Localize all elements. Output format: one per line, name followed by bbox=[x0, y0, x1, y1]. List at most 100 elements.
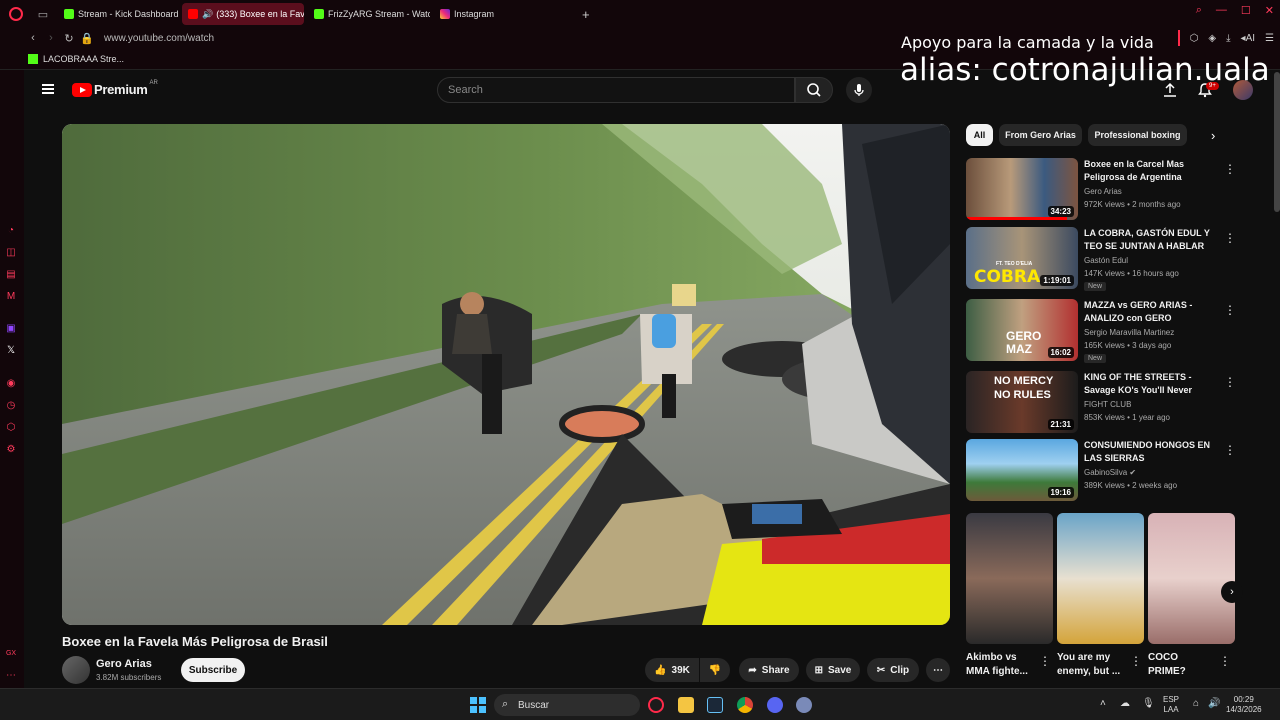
tab-youtube-video[interactable]: 🔊 (333) Boxee en la Fave bbox=[182, 3, 304, 25]
chip-all[interactable]: All bbox=[966, 124, 993, 146]
file-explorer-icon[interactable] bbox=[678, 697, 694, 713]
video-thumbnail[interactable]: FT. TEO D'ELIA COBRA 1:19:01 bbox=[966, 227, 1078, 289]
short-thumbnail[interactable] bbox=[966, 513, 1053, 644]
youtube-icon bbox=[188, 9, 198, 19]
video-player[interactable] bbox=[62, 124, 950, 625]
aria-sidebar-icon[interactable]: ◔ bbox=[5, 225, 17, 237]
recommendation-meta: 853K views • 1 year ago bbox=[1084, 413, 1170, 422]
x-icon[interactable]: 𝕏 bbox=[5, 345, 17, 357]
history-icon[interactable]: ◷ bbox=[5, 400, 17, 412]
discord-icon[interactable] bbox=[767, 697, 783, 713]
close-icon[interactable]: ✕ bbox=[1265, 4, 1274, 17]
extensions-sidebar-icon[interactable]: ⬡ bbox=[5, 422, 17, 434]
channel-name[interactable]: Gero Arias bbox=[96, 658, 152, 670]
more-vertical-icon[interactable]: ⋮ bbox=[1224, 303, 1236, 317]
more-vertical-icon[interactable]: ⋮ bbox=[1224, 162, 1236, 176]
more-vertical-icon[interactable]: ⋮ bbox=[1224, 231, 1236, 245]
more-vertical-icon[interactable]: ⋮ bbox=[1224, 443, 1236, 457]
recommendation-meta: 147K views • 16 hours ago bbox=[1084, 269, 1179, 278]
youtube-logo[interactable]: Premium AR bbox=[72, 80, 158, 97]
recommendation-item[interactable]: GERO MAZ 16:02 MAZZA vs GERO ARIAS - ANA… bbox=[966, 299, 1266, 363]
video-thumbnail[interactable]: GERO MAZ 16:02 bbox=[966, 299, 1078, 361]
opera-gx-taskbar-icon[interactable] bbox=[648, 697, 664, 713]
tray-expand-icon[interactable]: ˄ bbox=[1100, 699, 1106, 709]
save-button[interactable]: ⊞ Save bbox=[806, 658, 860, 682]
audio-playing-icon[interactable]: 🔊 bbox=[202, 9, 213, 20]
more-vertical-icon[interactable]: ⋮ bbox=[1219, 654, 1231, 668]
minimize-icon[interactable]: — bbox=[1216, 4, 1227, 17]
chrome-icon[interactable] bbox=[737, 697, 753, 713]
back-icon[interactable]: ‹ bbox=[24, 32, 42, 44]
gx-icon[interactable]: GX bbox=[5, 648, 17, 660]
recommendation-item[interactable]: FT. TEO D'ELIA COBRA 1:19:01 LA COBRA, G… bbox=[966, 227, 1266, 291]
chip-from-gero-arias[interactable]: From Gero Arias bbox=[999, 124, 1082, 146]
search-button[interactable] bbox=[795, 77, 833, 103]
volume-icon[interactable]: 🔊 bbox=[1208, 699, 1220, 709]
video-thumbnail[interactable]: 34:23 bbox=[966, 158, 1078, 220]
dislike-button[interactable]: 👎 bbox=[700, 658, 730, 682]
wallet-icon[interactable]: ◈ bbox=[1208, 33, 1216, 44]
video-thumbnail[interactable]: NO MERCY NO RULES 21:31 bbox=[966, 371, 1078, 433]
app-icon[interactable] bbox=[796, 697, 812, 713]
voice-search-button[interactable] bbox=[846, 77, 872, 103]
clip-button[interactable]: ✂ Clip bbox=[867, 658, 919, 682]
like-button[interactable]: 👍 39K bbox=[645, 658, 699, 682]
microphone-icon[interactable]: 🎙 bbox=[1142, 699, 1155, 709]
extensions-icon[interactable]: ⬡ bbox=[1190, 33, 1199, 44]
short-thumbnail[interactable] bbox=[1148, 513, 1235, 644]
network-icon[interactable]: ☁ bbox=[1120, 699, 1130, 709]
player-icon[interactable]: ◉ bbox=[5, 378, 17, 390]
chip-professional-boxing[interactable]: Professional boxing bbox=[1088, 124, 1187, 146]
recommendation-item[interactable]: 34:23 Boxee en la Carcel Mas Peligrosa d… bbox=[966, 158, 1266, 220]
shorts-next-button[interactable]: › bbox=[1221, 581, 1243, 603]
stream-overlay-alias: alias: cotronajulian.uala bbox=[900, 52, 1270, 88]
chips-next-icon[interactable]: › bbox=[1211, 128, 1215, 143]
recommendation-item[interactable]: NO MERCY NO RULES 21:31 KING OF THE STRE… bbox=[966, 371, 1266, 433]
bag-icon[interactable]: ◫ bbox=[5, 247, 17, 259]
more-vertical-icon[interactable]: ⋮ bbox=[1130, 654, 1142, 668]
verified-icon: ✔ bbox=[1129, 468, 1137, 477]
gmail-icon[interactable]: M bbox=[5, 291, 17, 303]
reload-icon[interactable]: ↻ bbox=[60, 32, 78, 45]
taskbar-search[interactable]: ⌕ Buscar bbox=[494, 694, 640, 716]
search-icon bbox=[807, 83, 821, 97]
tab-list-icon[interactable]: ▭ bbox=[32, 3, 54, 25]
search-input[interactable]: Search bbox=[437, 77, 795, 103]
search-tabs-icon[interactable]: ⌕ bbox=[1196, 4, 1202, 17]
share-button[interactable]: ➦ Share bbox=[739, 658, 799, 682]
twitch-icon[interactable]: ▣ bbox=[5, 323, 17, 335]
recommendation-item[interactable]: 19:16 CONSUMIENDO HONGOS EN LAS SIERRAS … bbox=[966, 439, 1266, 501]
steam-icon[interactable] bbox=[707, 697, 723, 713]
page-scrollbar[interactable] bbox=[1274, 72, 1280, 212]
aria-ai-button[interactable]: ◂AI bbox=[1241, 33, 1255, 44]
clock[interactable]: 00:29 14/3/2026 bbox=[1226, 695, 1262, 715]
more-vertical-icon[interactable]: ⋮ bbox=[1039, 654, 1051, 668]
tab-frizzyarg-stream[interactable]: FrizZyARG Stream - Watc bbox=[308, 3, 430, 25]
tab-kick-dashboard[interactable]: Stream - Kick Dashboard bbox=[58, 3, 178, 25]
windows-start-icon[interactable] bbox=[470, 697, 486, 713]
video-duration: 16:02 bbox=[1047, 347, 1074, 358]
short-thumbnail[interactable] bbox=[1057, 513, 1144, 644]
bookmark-item[interactable]: LACOBRAAA Stre... bbox=[43, 54, 124, 64]
wifi-icon[interactable]: ⌂ bbox=[1193, 699, 1199, 709]
download-icon[interactable]: ⤓ bbox=[1226, 33, 1230, 44]
messenger-icon[interactable]: ▤ bbox=[5, 269, 17, 281]
url-field[interactable]: www.youtube.com/watch bbox=[104, 33, 214, 44]
more-vertical-icon[interactable]: ⋮ bbox=[1224, 375, 1236, 389]
more-actions-button[interactable]: ⋯ bbox=[926, 658, 950, 682]
subscribe-button[interactable]: Subscribe bbox=[181, 658, 245, 682]
forward-icon[interactable]: › bbox=[42, 32, 60, 44]
more-icon[interactable]: ⋯ bbox=[5, 670, 17, 682]
settings-icon[interactable]: ⚙ bbox=[5, 444, 17, 456]
recommendation-channel: Gastón Edul bbox=[1084, 256, 1129, 265]
hamburger-menu-icon[interactable] bbox=[42, 84, 54, 94]
language-indicator[interactable]: ESP LAA bbox=[1163, 695, 1179, 715]
channel-avatar[interactable] bbox=[62, 656, 90, 684]
new-tab-button[interactable]: + bbox=[582, 7, 590, 22]
opera-menu-icon[interactable] bbox=[4, 2, 28, 26]
tab-instagram[interactable]: Instagram bbox=[434, 3, 514, 25]
menu-icon[interactable]: ☰ bbox=[1265, 33, 1274, 44]
recommendation-title: LA COBRA, GASTÓN EDUL Y TEO SE JUNTAN A … bbox=[1084, 228, 1210, 251]
video-thumbnail[interactable]: 19:16 bbox=[966, 439, 1078, 501]
maximize-icon[interactable]: ☐ bbox=[1241, 4, 1251, 17]
